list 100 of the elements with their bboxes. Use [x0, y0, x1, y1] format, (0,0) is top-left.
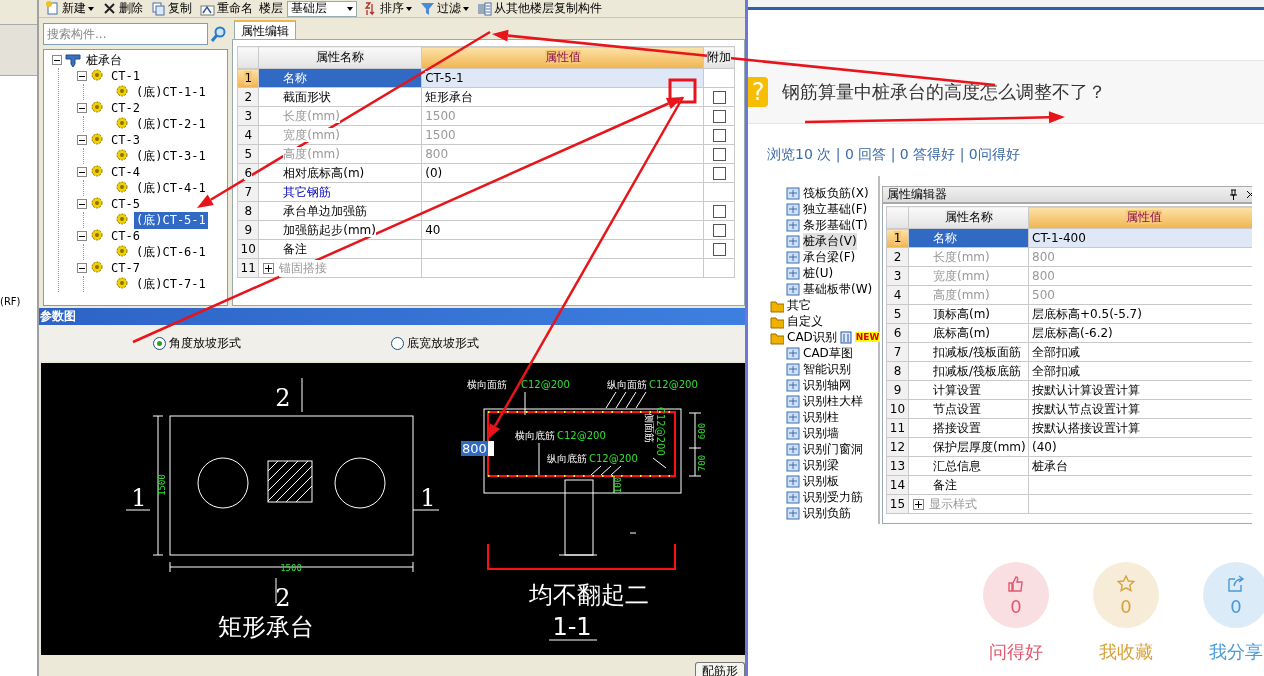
- collapse-icon[interactable]: [52, 55, 62, 65]
- property-value-cell[interactable]: 层底标高(-6.2): [1028, 323, 1252, 343]
- property-value-cell[interactable]: 全部扣减: [1028, 361, 1252, 381]
- radio-icon[interactable]: [153, 336, 166, 350]
- tree-item[interactable]: CT-2: [109, 101, 142, 115]
- toolbar-button[interactable]: 删除: [100, 0, 145, 17]
- tree-item[interactable]: (底)CT-2-1: [134, 115, 208, 133]
- tree-item[interactable]: 识别墙: [803, 424, 839, 442]
- toolbar-button[interactable]: 排序: [361, 0, 414, 17]
- pile-cap-icon: [65, 52, 81, 68]
- property-name-cell[interactable]: 扣减板/筏板底筋: [908, 361, 1029, 381]
- tree-item[interactable]: 基础板带(W): [803, 280, 873, 298]
- column-header: 属性名称: [908, 206, 1029, 229]
- checkbox[interactable]: [712, 242, 726, 256]
- property-name-cell[interactable]: 承台单边加强筋: [258, 201, 422, 221]
- tree-item[interactable]: 识别柱大样: [803, 392, 863, 410]
- tree-item[interactable]: (底)CT-1-1: [134, 83, 208, 101]
- tree-item[interactable]: 识别轴网: [803, 376, 851, 394]
- component-icon: [786, 217, 800, 233]
- property-value-cell[interactable]: 桩承台: [1028, 456, 1252, 476]
- collapse-icon[interactable]: [77, 135, 87, 145]
- tree-item[interactable]: 识别板: [803, 472, 839, 490]
- tree-item[interactable]: (底)CT-3-1: [134, 147, 208, 165]
- dimension-input[interactable]: 800: [461, 441, 494, 456]
- tree-item[interactable]: CT-1: [109, 69, 142, 83]
- collapse-icon[interactable]: [77, 199, 87, 209]
- tree-item[interactable]: CAD识别: [787, 328, 837, 346]
- property-value-cell[interactable]: 40: [421, 220, 704, 240]
- toolbar-button[interactable]: 复制: [149, 0, 194, 17]
- toolbar-button[interactable]: 新建: [43, 0, 96, 17]
- toolbar-button[interactable]: 过滤: [418, 0, 471, 17]
- property-name-cell[interactable]: 计算设置: [908, 380, 1029, 400]
- panel-tab[interactable]: 属性编辑: [234, 20, 297, 39]
- property-value-cell[interactable]: 按默认计算设置计算: [1028, 380, 1252, 400]
- tree-item[interactable]: 承台梁(F): [803, 248, 856, 266]
- collapse-icon[interactable]: [77, 103, 87, 113]
- property-name-cell[interactable]: 节点设置: [908, 399, 1029, 419]
- property-name-cell[interactable]: 其它钢筋: [258, 182, 422, 202]
- tree-item[interactable]: (底)CT-4-1: [134, 179, 208, 197]
- tree-item[interactable]: 桩(U): [803, 264, 834, 282]
- tree-item[interactable]: 其它: [787, 296, 811, 314]
- property-value-cell[interactable]: 按默认节点设置计算: [1028, 399, 1252, 419]
- tree-item[interactable]: 识别梁: [803, 456, 839, 474]
- tree-item[interactable]: CT-7: [109, 261, 142, 275]
- radio-option[interactable]: 底宽放坡形式: [391, 336, 479, 350]
- property-value-cell[interactable]: (40): [1028, 437, 1252, 457]
- property-value-cell[interactable]: 矩形承台: [421, 87, 704, 107]
- search-field[interactable]: 搜索构件...: [43, 23, 209, 45]
- checkbox[interactable]: [712, 223, 726, 237]
- question-title: 钢筋算量中桩承台的高度怎么调整不了？: [782, 80, 1106, 104]
- tree-item[interactable]: 桩承台(V): [803, 232, 857, 250]
- property-name-cell[interactable]: 顶标高(m): [908, 304, 1029, 324]
- annotation-box: [668, 78, 697, 104]
- collapse-icon[interactable]: [77, 71, 87, 81]
- tree-item[interactable]: CT-6: [109, 229, 142, 243]
- tree-item[interactable]: 识别柱: [803, 408, 839, 426]
- tree-item[interactable]: 识别受力筋: [803, 488, 863, 506]
- property-name-cell[interactable]: 加强筋起步(mm): [258, 220, 422, 240]
- tree-item[interactable]: CAD草图: [803, 344, 853, 362]
- property-name-cell[interactable]: 底标高(m): [908, 323, 1029, 343]
- tree-item[interactable]: 条形基础(T): [803, 216, 868, 234]
- collapse-icon[interactable]: [77, 167, 87, 177]
- tree-item[interactable]: CT-5: [109, 197, 142, 211]
- tree-item[interactable]: CT-3: [109, 133, 142, 147]
- property-value-cell[interactable]: 层底标高+0.5(-5.7): [1028, 304, 1252, 324]
- cog-icon: [115, 148, 131, 164]
- radio-option[interactable]: 角度放坡形式: [153, 336, 241, 350]
- property-name-cell[interactable]: 备注: [258, 239, 422, 259]
- cog-icon: [115, 116, 131, 132]
- property-value-cell[interactable]: 全部扣减: [1028, 342, 1252, 362]
- checkbox[interactable]: [712, 90, 726, 104]
- tree-item[interactable]: 识别负筋: [803, 504, 851, 522]
- collapse-icon[interactable]: [77, 263, 87, 273]
- property-name-cell[interactable]: 相对底标高(m): [258, 163, 422, 183]
- pin-icon[interactable]: [1229, 189, 1238, 200]
- property-value-cell[interactable]: 按默认搭接设置计算: [1028, 418, 1252, 438]
- property-name-cell[interactable]: 截面形状: [258, 87, 422, 107]
- floor-select[interactable]: 基础层: [287, 0, 357, 17]
- property-name-cell[interactable]: 扣减板/筏板面筋: [908, 342, 1029, 362]
- property-name-cell[interactable]: 汇总信息: [908, 456, 1029, 476]
- tree-item[interactable]: (底)CT-7-1: [134, 275, 208, 293]
- radio-icon[interactable]: [391, 336, 404, 350]
- property-name-cell[interactable]: 保护层厚度(mm): [908, 437, 1029, 457]
- tree-item[interactable]: 自定义: [787, 312, 823, 330]
- tree-item[interactable]: (底)CT-6-1: [134, 243, 208, 261]
- property-value-cell[interactable]: (0): [421, 163, 704, 183]
- tree-item[interactable]: 独立基础(F): [803, 200, 868, 218]
- collapse-icon[interactable]: [77, 231, 87, 241]
- property-name-cell[interactable]: 备注: [908, 475, 1029, 495]
- tree-item[interactable]: CT-4: [109, 165, 142, 179]
- tree-item[interactable]: 智能识别: [803, 360, 851, 378]
- checkbox[interactable]: [712, 166, 726, 180]
- checkbox[interactable]: [712, 204, 726, 218]
- tree-item[interactable]: 筏板负筋(X): [803, 184, 869, 202]
- property-name-cell[interactable]: 搭接设置: [908, 418, 1029, 438]
- tree-item[interactable]: (底)CT-5-1: [134, 211, 208, 229]
- toolbar-button[interactable]: 从其他楼层复制构件: [475, 0, 604, 17]
- toolbar-button[interactable]: 重命名: [198, 0, 255, 17]
- tree-item[interactable]: 桩承台: [84, 51, 124, 69]
- tree-item[interactable]: 识别门窗洞: [803, 440, 863, 458]
